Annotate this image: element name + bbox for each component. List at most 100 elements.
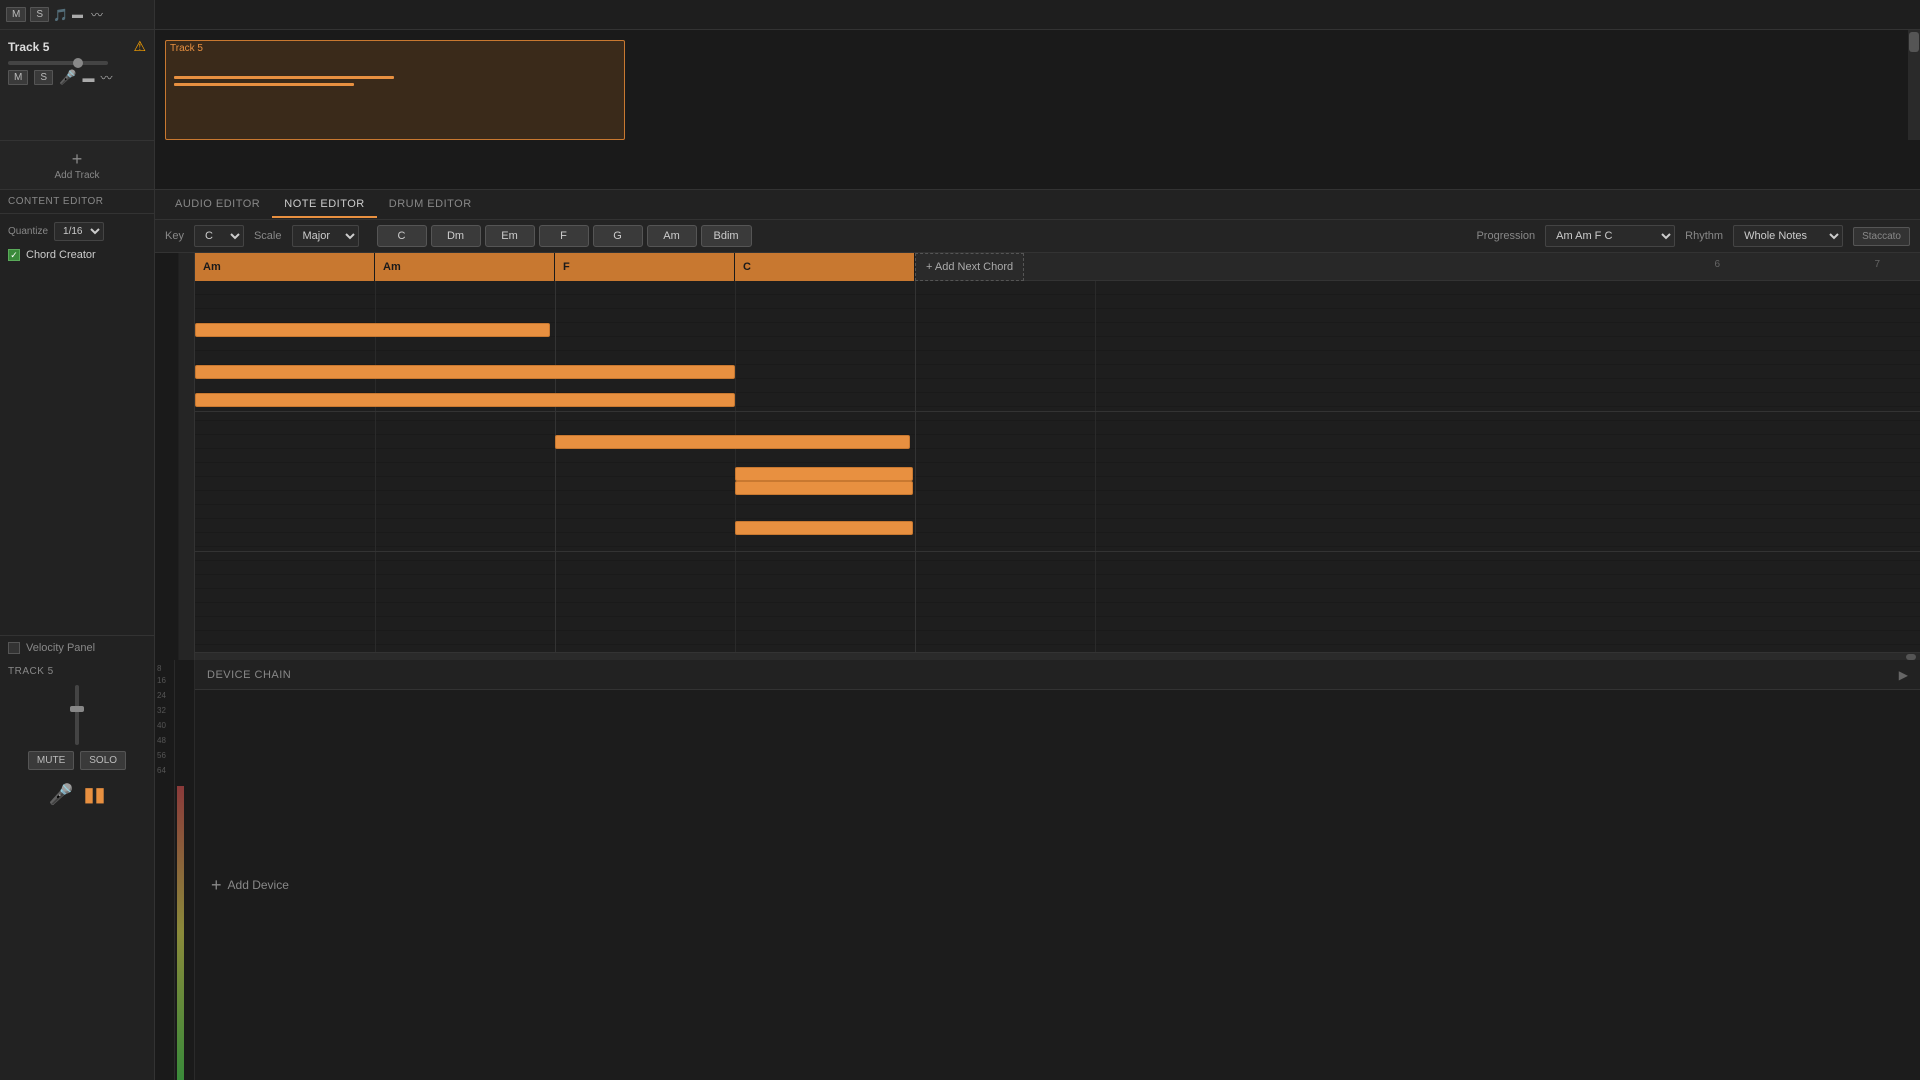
chord-controls-bar: Key CDEFGAB Scale MajorMinorDorian C Dm …	[155, 220, 1920, 253]
record-icon[interactable]: 🎤	[49, 782, 74, 807]
note-grid-area: Am Am F C + Add Next Chord 6 7	[195, 253, 1920, 660]
editor-tabs: AUDIO EDITOR NOTE EDITOR DRUM EDITOR	[155, 190, 1920, 220]
sidebar-spacer	[0, 265, 154, 635]
chord-creator-row: ✓ Chord Creator	[0, 245, 154, 265]
track5-title: Track 5	[8, 40, 49, 54]
checkbox-checkmark: ✓	[10, 250, 18, 261]
track5-bars-icon: ▬	[82, 71, 94, 85]
chord-btn-Dm[interactable]: Dm	[431, 225, 481, 247]
track5-fader-area: MUTE SOLO 🎤 ▮▮	[8, 685, 146, 807]
track5-block[interactable]: Track 5	[165, 40, 625, 140]
c4-line	[195, 411, 1920, 412]
chord-btn-F[interactable]: F	[539, 225, 589, 247]
add-track-label: Add Track	[54, 170, 99, 181]
note-block-2[interactable]	[195, 365, 735, 379]
chord-Am-2[interactable]: Am	[375, 253, 555, 281]
content-editor-label: CONTENT EDITOR	[0, 190, 154, 214]
cursor-indicator	[1075, 611, 1087, 629]
chord-Am-1[interactable]: Am	[195, 253, 375, 281]
add-track-area[interactable]: + Add Track	[0, 140, 155, 189]
track5-bottom-label: TRACK 5	[8, 666, 146, 677]
note-block-3[interactable]	[195, 393, 735, 407]
chord-creator-checkbox[interactable]: ✓	[8, 249, 20, 261]
chord-btn-Em[interactable]: Em	[485, 225, 535, 247]
note-block-5[interactable]	[735, 467, 913, 481]
piano-stripes	[155, 253, 194, 660]
note-block-1[interactable]	[195, 323, 550, 337]
chord-btn-G[interactable]: G	[593, 225, 643, 247]
timeline-scrollbar-v[interactable]	[1908, 30, 1920, 140]
velocity-panel-checkbox[interactable]	[8, 642, 20, 654]
chord-btn-C[interactable]: C	[377, 225, 427, 247]
fader-num-64: 64	[155, 763, 174, 778]
solo-button[interactable]: SOLO	[80, 751, 126, 770]
track5-bottom-panel: TRACK 5 MUTE SOLO 🎤 ▮▮	[0, 660, 155, 1080]
piano-roll-scrollbar-h[interactable]	[195, 652, 1920, 660]
piano-roll-wrapper: C3 C4	[155, 253, 1920, 660]
s-button-top[interactable]: S	[30, 7, 49, 22]
scale-select[interactable]: MajorMinorDorian	[292, 225, 359, 247]
progression-select[interactable]: Am Am F C C G Am F I IV V I	[1545, 225, 1675, 247]
chord-btn-Am[interactable]: Am	[647, 225, 697, 247]
track5-volume-slider[interactable]	[8, 61, 108, 65]
device-chain-expand-icon[interactable]: ▶	[1899, 668, 1908, 682]
fader-num-32: 32	[155, 703, 174, 718]
measure-7: 7	[1874, 259, 1880, 270]
add-device-button[interactable]: + Add Device	[211, 875, 289, 896]
chord-creator-label: Chord Creator	[26, 249, 96, 261]
scale-label: Scale	[254, 230, 282, 242]
notes-area	[195, 281, 1920, 652]
chord-buttons-group: C Dm Em F G Am Bdim	[377, 225, 752, 247]
chord-C[interactable]: C	[735, 253, 915, 281]
quantize-label: Quantize	[8, 226, 48, 237]
velocity-panel-label: Velocity Panel	[26, 642, 95, 654]
vline-5	[1095, 281, 1096, 652]
device-chain-body: + Add Device	[195, 690, 1920, 1080]
fader-num-24: 24	[155, 688, 174, 703]
note-block-6[interactable]	[735, 481, 913, 495]
track5-fader[interactable]	[75, 685, 79, 745]
tab-drum-editor[interactable]: DRUM EDITOR	[377, 192, 484, 218]
chord-btn-Bdim[interactable]: Bdim	[701, 225, 752, 247]
track5-m-button[interactable]: M	[8, 70, 28, 85]
staccato-toggle[interactable]: Staccato	[1853, 227, 1910, 246]
tab-note-editor[interactable]: NOTE EDITOR	[272, 192, 376, 218]
scrollbar-v-thumb	[1909, 32, 1919, 52]
track5-bottom-icons: 🎤 ▮▮	[49, 782, 106, 807]
tab-audio-editor[interactable]: AUDIO EDITOR	[163, 192, 272, 218]
c3-line	[195, 551, 1920, 552]
quantize-select[interactable]: 1/16 1/4 1/8 1/32	[54, 222, 104, 241]
volume-meter	[175, 660, 195, 1080]
fader-num-16: 16	[155, 673, 174, 688]
left-sidebar: CONTENT EDITOR Quantize 1/16 1/4 1/8 1/3…	[0, 190, 155, 660]
mute-button[interactable]: MUTE	[28, 751, 74, 770]
device-chain-title: DEVICE CHAIN	[207, 669, 291, 681]
fader-num-48: 48	[155, 733, 174, 748]
note-block-7[interactable]	[735, 521, 913, 535]
chord-F[interactable]: F	[555, 253, 735, 281]
fader-num-56: 56	[155, 748, 174, 763]
device-chain-panel: DEVICE CHAIN ▶ + Add Device	[195, 660, 1920, 1080]
m-button-top[interactable]: M	[6, 7, 26, 22]
track5-s-button[interactable]: S	[34, 70, 53, 85]
fader-num-40: 40	[155, 718, 174, 733]
device-chain-header: DEVICE CHAIN ▶	[195, 660, 1920, 690]
fader-num-8: 8	[155, 664, 174, 673]
track5-record-icon[interactable]: 🎤	[59, 69, 76, 86]
key-select[interactable]: CDEFGAB	[194, 225, 244, 247]
rhythm-label: Rhythm	[1685, 230, 1723, 242]
empty-timeline-strip	[155, 140, 1920, 189]
rhythm-select[interactable]: Whole Notes Half Notes Quarter Notes	[1733, 225, 1843, 247]
chord-header-row: Am Am F C + Add Next Chord 6 7	[195, 253, 1920, 281]
note-block-4[interactable]	[555, 435, 910, 449]
piano-keys-column: C3 C4	[155, 253, 195, 660]
fader-numbers-strip: 8 16 24 32 40 48 56 64	[155, 660, 175, 1080]
track5-waveform	[166, 61, 624, 101]
waveform-line2	[174, 83, 354, 86]
add-next-chord-btn[interactable]: + Add Next Chord	[915, 253, 1024, 281]
midi-record-icon: 🎵	[53, 8, 68, 22]
track5-volume-thumb	[73, 58, 83, 68]
add-device-label: Add Device	[228, 878, 289, 892]
bars-icon-bottom[interactable]: ▮▮	[83, 782, 105, 807]
meter-bar	[177, 786, 184, 1080]
